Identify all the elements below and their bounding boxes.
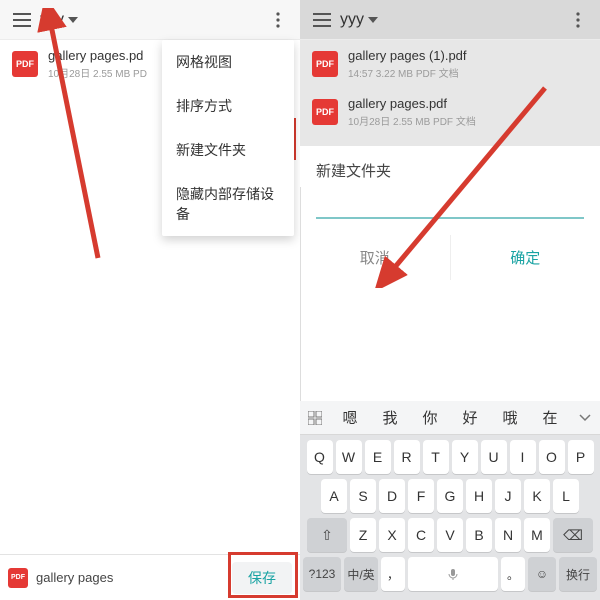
key-shift[interactable]: ⇧ [307,518,347,552]
key-period[interactable]: 。 [501,557,525,591]
key-i[interactable]: I [510,440,536,474]
save-button[interactable]: 保存 [232,562,292,594]
key-c[interactable]: C [408,518,434,552]
bottom-filename: gallery pages [36,570,232,585]
folder-title-dropdown[interactable]: yyy [340,11,378,29]
file-item[interactable]: PDF gallery pages.pdf 10月28日 2.55 MB PDF… [300,88,600,136]
folder-title-dropdown[interactable]: yyy [40,11,78,29]
menu-hide-internal[interactable]: 隐藏内部存储设备 [162,172,294,236]
candidate[interactable]: 我 [370,407,410,428]
hamburger-icon[interactable] [8,6,36,34]
bottom-bar: PDF gallery pages 保存 [0,554,300,600]
key-m[interactable]: M [524,518,550,552]
file-item[interactable]: PDF gallery pages (1).pdf 14:57 3.22 MB … [300,40,600,88]
key-b[interactable]: B [466,518,492,552]
file-name: gallery pages.pd [48,48,147,63]
candidate[interactable]: 嗯 [330,407,370,428]
menu-new-folder[interactable]: 新建文件夹 [162,128,294,172]
key-t[interactable]: T [423,440,449,474]
folder-title: yyy [40,11,64,29]
overflow-icon[interactable] [564,6,592,34]
key-language[interactable]: 中/英 [344,557,378,591]
left-pane: yyy PDF gallery pages.pd 10月28日 2.55 MB … [0,0,300,600]
key-comma[interactable]: ， [381,557,405,591]
key-q[interactable]: Q [307,440,333,474]
candidate[interactable]: 哦 [490,407,530,428]
key-y[interactable]: Y [452,440,478,474]
key-s[interactable]: S [350,479,376,513]
candidate[interactable]: 在 [530,407,570,428]
candidate[interactable]: 你 [410,407,450,428]
key-d[interactable]: D [379,479,405,513]
key-x[interactable]: X [379,518,405,552]
file-name: gallery pages (1).pdf [348,48,467,63]
key-z[interactable]: Z [350,518,376,552]
key-n[interactable]: N [495,518,521,552]
mic-icon [446,567,460,581]
key-backspace[interactable]: ⌫ [553,518,593,552]
overflow-icon[interactable] [264,6,292,34]
folder-title: yyy [340,11,364,29]
pdf-icon: PDF [8,568,28,588]
candidate-bar: 嗯 我 你 好 哦 在 [300,401,600,435]
confirm-button[interactable]: 确定 [451,235,600,280]
file-name: gallery pages.pdf [348,96,476,111]
folder-name-input[interactable] [316,193,584,219]
key-emoji[interactable]: ☺ [528,557,556,591]
chevron-down-icon [68,17,78,23]
key-e[interactable]: E [365,440,391,474]
key-numeric[interactable]: ?123 [303,557,341,591]
key-a[interactable]: A [321,479,347,513]
candidate[interactable]: 好 [450,407,490,428]
candidates-expand-icon[interactable] [570,414,600,422]
cancel-button[interactable]: 取消 [300,235,451,280]
file-meta: 14:57 3.22 MB PDF 文档 [348,65,467,80]
right-pane: yyy PDF gallery pages (1).pdf 14:57 3.22… [300,0,600,600]
key-g[interactable]: G [437,479,463,513]
key-enter[interactable]: 换行 [559,557,597,591]
pdf-icon: PDF [312,51,338,77]
key-w[interactable]: W [336,440,362,474]
candidates-grid-icon[interactable] [300,411,330,425]
file-meta: 10月28日 2.55 MB PDF 文档 [348,113,476,128]
pdf-icon: PDF [12,51,38,77]
menu-sort-by[interactable]: 排序方式 [162,84,294,128]
toolbar-left: yyy [0,0,300,40]
key-p[interactable]: P [568,440,594,474]
key-h[interactable]: H [466,479,492,513]
file-meta: 10月28日 2.55 MB PD [48,65,147,80]
key-o[interactable]: O [539,440,565,474]
key-u[interactable]: U [481,440,507,474]
hamburger-icon[interactable] [308,6,336,34]
key-f[interactable]: F [408,479,434,513]
key-j[interactable]: J [495,479,521,513]
key-l[interactable]: L [553,479,579,513]
dialog-buttons: 取消 确定 [300,235,600,280]
dialog-title: 新建文件夹 [300,146,600,187]
key-r[interactable]: R [394,440,420,474]
soft-keyboard: 嗯 我 你 好 哦 在 Q W E R T Y U I [300,401,600,600]
toolbar-right: yyy [300,0,600,40]
overflow-menu: 网格视图 排序方式 新建文件夹 隐藏内部存储设备 [162,40,294,236]
key-k[interactable]: K [524,479,550,513]
pdf-icon: PDF [312,99,338,125]
key-v[interactable]: V [437,518,463,552]
chevron-down-icon [368,17,378,23]
menu-grid-view[interactable]: 网格视图 [162,40,294,84]
key-space[interactable] [408,557,498,591]
